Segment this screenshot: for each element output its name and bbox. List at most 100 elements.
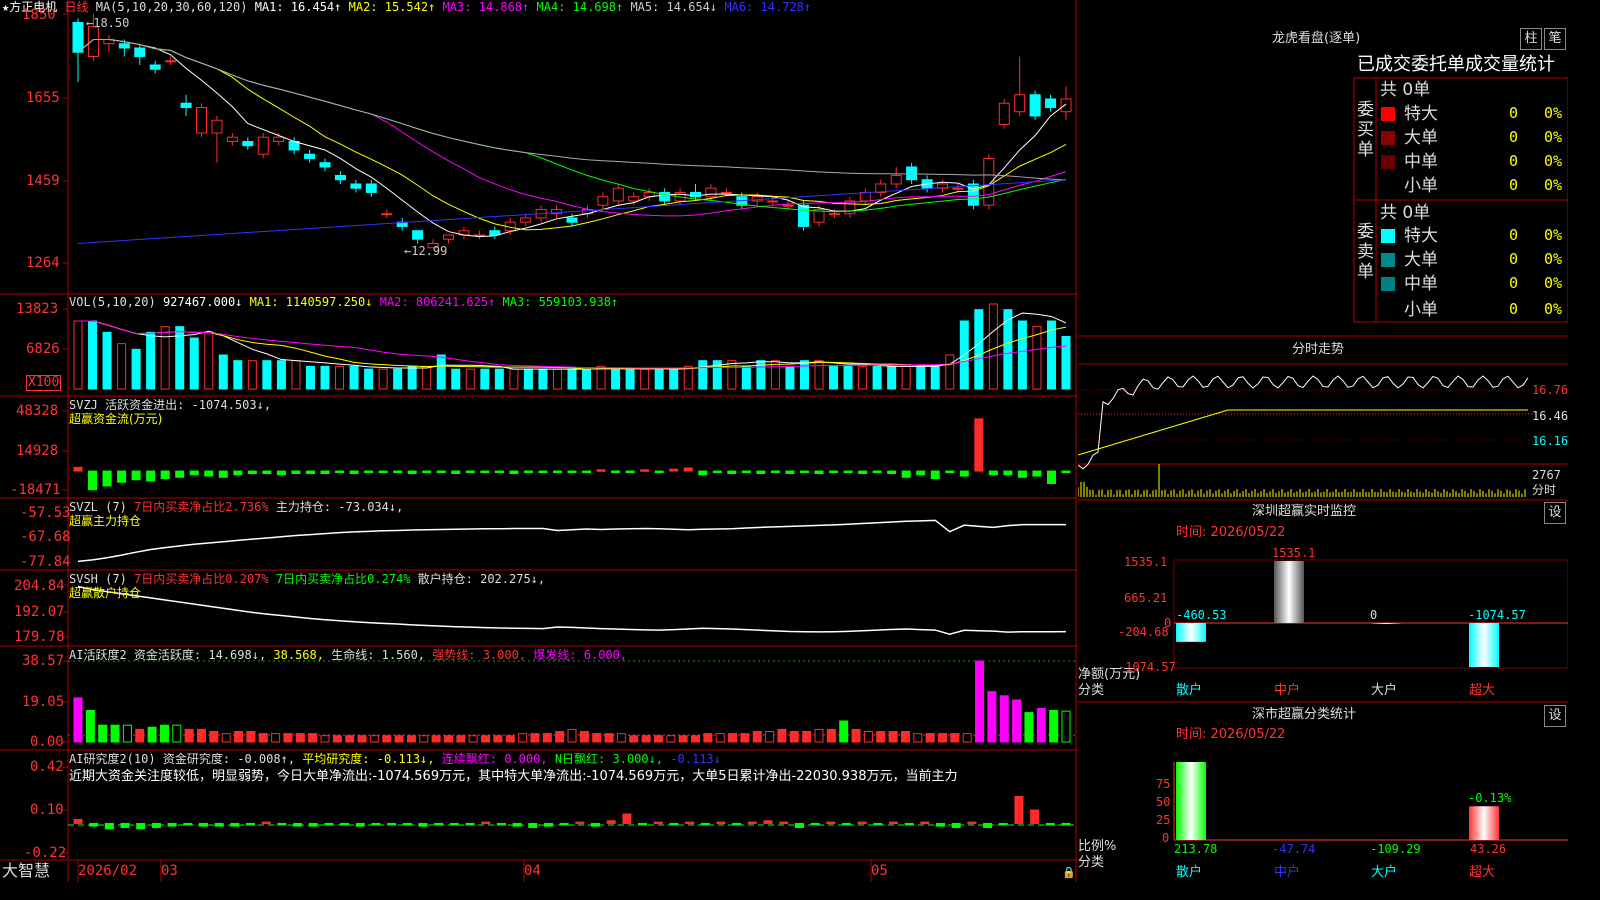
activity-bar (172, 724, 182, 743)
settings-button[interactable]: 设 (1544, 502, 1566, 524)
capital-flow-bar (480, 470, 490, 474)
capital-flow-bar (335, 470, 345, 474)
x-tick: 03 (161, 863, 178, 879)
candle-body (242, 140, 254, 147)
research-bar (685, 821, 695, 825)
svzl-title: SVZL (7) (69, 500, 127, 514)
candle-body (859, 191, 871, 202)
capital-flow-bar (640, 469, 650, 472)
candle-body (443, 234, 454, 240)
volume-bar (291, 360, 301, 390)
research-bar (324, 822, 334, 826)
svsh-t3: 散户持仓: 202.275↓, (417, 572, 546, 586)
capital-flow-bar (756, 470, 766, 475)
row-name: 大单 (1404, 250, 1438, 270)
volume-bar (1017, 320, 1027, 390)
activity-bar (789, 730, 799, 743)
vol-ma2: MA2: 806241.625↑ (379, 295, 496, 309)
row-pct: 0% (1544, 274, 1563, 292)
volume-bar (582, 368, 592, 390)
activity-bar (283, 733, 293, 743)
volume-bar (349, 365, 359, 390)
activity-bar (184, 728, 194, 743)
period-label[interactable]: 日线 (64, 0, 88, 14)
capital-flow-bar (945, 470, 955, 474)
ai-research-comment: 近期大资金关注度较低，明显弱势，今日大单净流出:-1074.569万元，其中特大… (69, 769, 958, 784)
bar-mode-button[interactable]: 柱 (1520, 28, 1542, 50)
research-bar (936, 822, 946, 827)
research-bar (559, 822, 569, 826)
sz-monitor-value: 0 (1370, 608, 1378, 622)
ai-active-tick: 38.57 (22, 653, 65, 669)
capital-flow-bar (393, 470, 403, 474)
main-chart-area[interactable]: ★方正电机 日线 MA(5,10,20,30,60,120) MA1: 16.4… (0, 0, 1078, 882)
volume-bar (988, 303, 998, 390)
research-bar (167, 822, 177, 827)
research-bar (120, 822, 130, 828)
volume-bar (262, 360, 272, 390)
legend-swatch (1381, 301, 1395, 315)
candle-body (334, 174, 346, 181)
volume-bar (596, 365, 606, 390)
capital-flow-bar (1032, 470, 1042, 477)
capital-flow-bar (189, 470, 199, 476)
sz-class-cat: 超大 (1469, 865, 1496, 880)
research-bar (998, 822, 1008, 826)
capital-flow-bar (843, 470, 853, 474)
capital-flow-bar (1061, 470, 1071, 474)
sz-monitor-tick: -204.68 (1118, 625, 1169, 639)
capital-flow-bar (901, 470, 911, 478)
activity-bar (604, 733, 614, 743)
candle-body (1060, 98, 1072, 113)
ai-active-v5: 爆发线: 6.000, (533, 648, 628, 662)
ai-active-tick: 19.05 (22, 694, 65, 710)
research-bar (89, 822, 99, 827)
svsh-tick: 204.84 (14, 578, 65, 594)
activity-bar (209, 730, 219, 743)
activity-bar (419, 735, 429, 743)
row-count: 0 (1509, 250, 1519, 268)
lock-icon[interactable]: 🔒 (1062, 866, 1076, 880)
activity-bar (962, 733, 972, 743)
pen-mode-button[interactable]: 笔 (1544, 28, 1566, 50)
vol-tick: 6826 (26, 341, 60, 357)
longhu-tabs[interactable]: 已成交委托单成交量统计 (1357, 54, 1555, 76)
sz-monitor-cat-label: 分类 (1078, 683, 1105, 698)
volume-bar (1032, 326, 1042, 390)
ma6-value: MA6: 14.728↑ (724, 0, 812, 14)
kline-chart[interactable] (0, 0, 1078, 882)
vol-value: 927467.000↓ (162, 295, 243, 309)
row-name: 中单 (1404, 152, 1438, 172)
candle-body (983, 157, 995, 206)
activity-bar (382, 735, 392, 743)
x-tick: 04 (524, 863, 541, 879)
research-bar (920, 821, 930, 825)
sell-total: 共 0单 (1380, 203, 1431, 223)
activity-bar (345, 735, 355, 743)
candle-body (350, 183, 362, 189)
row-pct: 0% (1544, 176, 1563, 194)
row-name: 大单 (1404, 128, 1438, 148)
candle-body (273, 136, 285, 142)
capital-flow-bar (988, 470, 998, 476)
volume-bar (102, 331, 112, 390)
sz-class-top-note: -0.13% (1468, 791, 1512, 805)
activity-bar (308, 733, 318, 743)
sz-monitor-time: 时间: 2026/05/22 (1176, 525, 1286, 540)
legend-swatch (1381, 253, 1395, 267)
legend-swatch (1381, 155, 1395, 169)
volume-bar (218, 354, 228, 390)
capital-flow-bar (117, 470, 127, 483)
activity-bar (456, 735, 466, 743)
research-bar (449, 822, 459, 826)
research-bar (606, 820, 616, 824)
capital-flow-bar (422, 470, 432, 474)
row-name: 小单 (1404, 300, 1438, 320)
svsh-tick: 179.78 (14, 629, 65, 645)
ai-active-v4: 强势线: 3.000, (432, 648, 527, 662)
ai-research-v2: 平均研究度: -0.113↓, (302, 752, 435, 766)
research-bar (841, 822, 851, 826)
candle-body (628, 196, 640, 202)
settings-button[interactable]: 设 (1544, 705, 1566, 727)
volume-bar (829, 365, 839, 390)
